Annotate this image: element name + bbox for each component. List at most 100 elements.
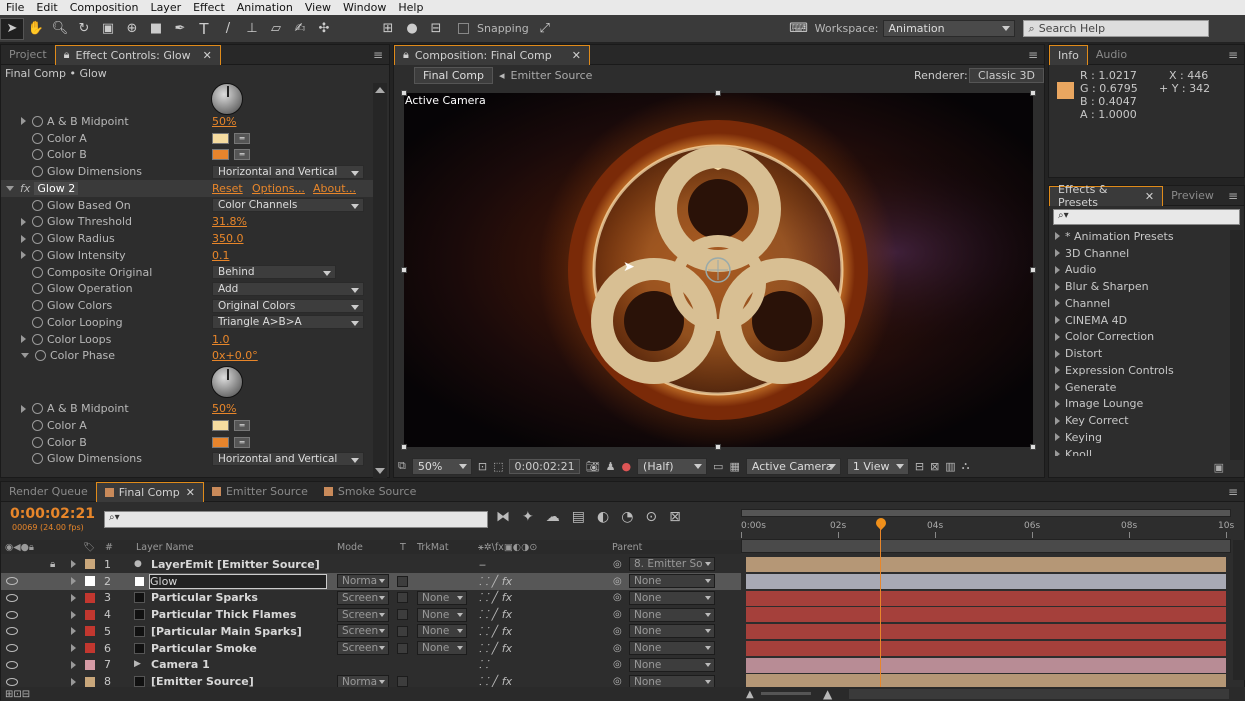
stopwatch-icon[interactable] (32, 283, 43, 295)
close-icon[interactable]: ✕ (1145, 190, 1154, 203)
zoom-out-icon[interactable]: ▲ (746, 689, 754, 700)
expand-arrow-icon[interactable] (71, 577, 76, 586)
panel-menu-icon[interactable]: ≡ (367, 48, 389, 62)
stopwatch-icon[interactable] (32, 166, 43, 178)
layer-name[interactable]: Particular Sparks (151, 591, 258, 604)
pan-behind-tool-icon[interactable]: ⊕ (120, 18, 144, 40)
motion-blur-icon[interactable]: ◐ (597, 509, 609, 525)
property-value[interactable]: 50% (212, 115, 236, 128)
hand-tool-icon[interactable]: ✋ (24, 18, 48, 40)
visibility-eye-icon[interactable] (6, 677, 18, 686)
eyedropper-icon[interactable]: ═ (234, 132, 250, 144)
expand-arrow-icon[interactable] (1055, 416, 1060, 425)
stopwatch-icon[interactable] (32, 216, 43, 228)
glow2-header[interactable]: fx Glow 2 Reset Options... About... (1, 180, 373, 197)
expand-arrow-icon[interactable] (21, 404, 26, 413)
parent-dropdown[interactable]: 8. Emitter So (629, 557, 715, 572)
roi-toggle-icon[interactable]: ▭ (713, 460, 723, 473)
pick-whip-icon[interactable]: ◎ (613, 643, 622, 654)
menu-item-window[interactable]: Window (337, 1, 392, 14)
resolution-dropdown[interactable]: (Half) (637, 457, 708, 475)
layer-name[interactable]: [Particular Main Sparks] (151, 625, 302, 638)
menu-item-effect[interactable]: Effect (187, 1, 231, 14)
effect-property-row[interactable]: Glow Intensity 0.1 (1, 247, 373, 264)
menu-item-edit[interactable]: Edit (30, 1, 63, 14)
always-preview-icon[interactable]: ⧉ (398, 459, 406, 473)
show-snapshot-icon[interactable]: ♟ (606, 460, 616, 473)
effect-property-row[interactable]: A & B Midpoint 50% (1, 400, 373, 417)
effects-category[interactable]: CINEMA 4D (1049, 312, 1230, 329)
effect-property-row[interactable]: Glow Operation Add (1, 281, 373, 298)
eraser-tool-icon[interactable]: ▱ (264, 18, 288, 40)
stopwatch-icon[interactable] (32, 403, 43, 415)
tab-info[interactable]: Info (1049, 44, 1088, 65)
graph-editor-icon[interactable]: ⊠ (669, 509, 681, 525)
stopwatch-icon[interactable] (32, 132, 43, 144)
effects-category[interactable]: Keying (1049, 429, 1230, 446)
stopwatch-icon[interactable] (32, 333, 43, 345)
parent-dropdown[interactable]: None (629, 590, 715, 605)
layer-handle[interactable] (1030, 444, 1036, 450)
playhead[interactable] (874, 515, 889, 701)
visibility-eye-icon[interactable] (6, 593, 18, 602)
track-matte-dropdown[interactable]: None (417, 607, 467, 622)
camera-tool-icon[interactable]: ▣ (96, 18, 120, 40)
property-dropdown[interactable]: Add (212, 281, 364, 296)
rectangle-tool-icon[interactable]: ■ (144, 18, 168, 40)
effect-property-row[interactable]: Color Phase 0x+0.0° (1, 348, 373, 365)
layer-handle[interactable] (401, 267, 407, 273)
clone-stamp-tool-icon[interactable]: ⊥ (240, 18, 264, 40)
parent-dropdown[interactable]: None (629, 641, 715, 656)
preserve-transparency-checkbox[interactable] (397, 625, 408, 637)
blend-mode-dropdown[interactable]: Screen (337, 590, 389, 605)
label-color-icon[interactable] (85, 626, 95, 637)
close-icon[interactable]: ✕ (203, 49, 212, 62)
property-value[interactable]: 0.1 (212, 249, 230, 262)
blend-mode-dropdown[interactable]: Norma (337, 574, 389, 589)
layer-duration-bar[interactable] (746, 607, 1226, 623)
color-swatch[interactable] (212, 436, 229, 448)
brainstorm-icon[interactable]: ◔ (621, 509, 633, 525)
visibility-eye-icon[interactable] (6, 660, 18, 669)
frame-blending-icon[interactable]: ▤ (572, 509, 585, 525)
tab-project[interactable]: Project (1, 45, 55, 65)
stopwatch-icon[interactable] (32, 436, 43, 448)
camera-view-dropdown[interactable]: Active Camera (745, 457, 841, 475)
stopwatch-icon[interactable] (32, 115, 43, 127)
current-time-display[interactable]: 0:00:02:21 (509, 458, 580, 474)
property-value[interactable]: 1.0 (212, 333, 230, 346)
world-axis-icon[interactable]: ● (400, 18, 424, 40)
selection-tool-icon[interactable]: ➤ (0, 17, 24, 40)
fx-icon[interactable]: fx (20, 182, 30, 195)
property-value[interactable]: 50% (212, 402, 236, 415)
expand-arrow-icon[interactable] (1055, 450, 1060, 456)
preserve-transparency-checkbox[interactable] (397, 642, 408, 654)
layer-switches[interactable]: ⸬ ╱ fx (479, 641, 512, 656)
tab-effect-controls[interactable]: 🔒︎ Effect Controls: Glow ✕ (54, 44, 221, 65)
auto-keyframe-icon[interactable]: ⊙ (645, 509, 657, 525)
effects-search-input[interactable]: ⌕▾ (1053, 209, 1240, 225)
work-area-bar[interactable] (741, 509, 1231, 517)
layer-handle[interactable] (401, 90, 407, 96)
effect-property-row[interactable]: Composite Original Behind (1, 264, 373, 281)
property-value[interactable]: 31.8% (212, 215, 247, 228)
stopwatch-icon[interactable] (32, 249, 43, 261)
options-link[interactable]: Options... (252, 182, 305, 195)
expand-arrow-icon[interactable] (71, 627, 76, 636)
parent-dropdown[interactable]: None (629, 657, 715, 672)
color-swatch[interactable] (212, 132, 229, 144)
close-icon[interactable]: ✕ (186, 486, 195, 499)
effects-category[interactable]: Generate (1049, 379, 1230, 396)
layer-handle[interactable] (715, 444, 721, 450)
expand-arrow-icon[interactable] (1055, 316, 1060, 325)
expand-arrow-icon[interactable] (21, 234, 26, 243)
layer-duration-bar[interactable] (746, 640, 1226, 656)
expand-arrow-icon[interactable] (1055, 433, 1060, 442)
effects-category[interactable]: Distort (1049, 345, 1230, 362)
parent-dropdown[interactable]: None (629, 607, 715, 622)
renderer-dropdown[interactable]: Classic 3D (969, 67, 1044, 83)
flowchart-icon[interactable]: ⛬ (962, 459, 970, 473)
effect-property-row[interactable]: A & B Midpoint 50% (1, 113, 373, 130)
expand-arrow-icon[interactable] (1055, 249, 1060, 258)
zoom-in-icon[interactable]: ▲ (823, 687, 832, 701)
